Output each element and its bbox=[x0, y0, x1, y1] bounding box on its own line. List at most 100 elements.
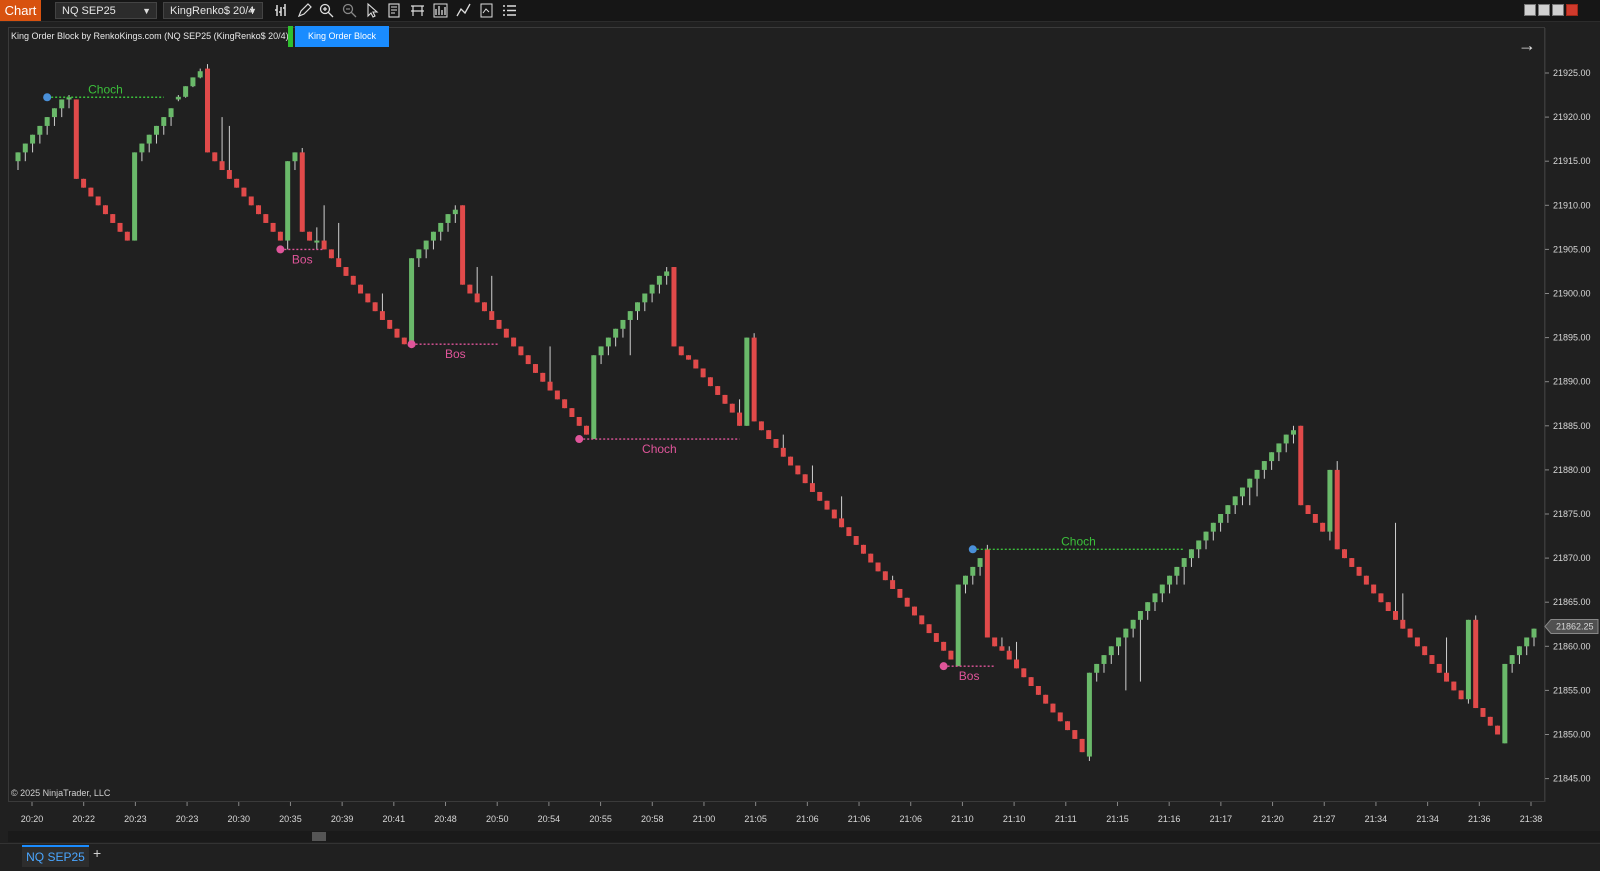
price-tick-label: 21845.00 bbox=[1553, 774, 1591, 784]
time-tick-label: 21:11 bbox=[1055, 814, 1077, 824]
candle-body bbox=[117, 222, 123, 232]
last-price-label: 21862.25 bbox=[1556, 621, 1594, 631]
time-tick-label: 20:23 bbox=[176, 814, 199, 824]
candle-body bbox=[554, 390, 560, 400]
candle-body bbox=[285, 161, 291, 241]
price-tick-label: 21925.00 bbox=[1553, 68, 1591, 78]
candle-body bbox=[379, 311, 385, 320]
candle-body bbox=[1225, 505, 1231, 514]
candle-body bbox=[1400, 619, 1406, 629]
candle-body bbox=[824, 500, 830, 510]
candle-body bbox=[737, 412, 743, 426]
candle-body bbox=[773, 439, 779, 448]
candle-body bbox=[992, 637, 998, 647]
candle-body bbox=[656, 275, 662, 285]
candle-body bbox=[205, 68, 210, 153]
candle-body bbox=[1371, 584, 1377, 594]
time-tick-label: 21:34 bbox=[1365, 814, 1388, 824]
candle-body bbox=[1393, 611, 1399, 620]
candle-body bbox=[1363, 575, 1369, 585]
candle-body bbox=[1298, 425, 1304, 506]
candle-body bbox=[678, 346, 684, 356]
candle-body bbox=[481, 302, 487, 312]
candle-body bbox=[882, 571, 888, 581]
time-tick-label: 21:15 bbox=[1106, 814, 1129, 824]
pivot-dot bbox=[575, 435, 584, 444]
time-tick-label: 20:58 bbox=[641, 814, 664, 824]
candle-body bbox=[146, 134, 152, 144]
candle-body bbox=[809, 483, 815, 492]
candle-body bbox=[1407, 628, 1413, 638]
candle-body bbox=[1473, 619, 1479, 709]
price-chart[interactable]: 21925.00 21920.00 21915.00 21910.00 21905.00… bbox=[0, 0, 1600, 870]
candle-body bbox=[540, 372, 546, 382]
candle-body bbox=[1458, 690, 1464, 700]
candle-body bbox=[1050, 703, 1056, 713]
time-tick-label: 21:00 bbox=[693, 814, 716, 824]
candle-body bbox=[336, 258, 342, 268]
time-tick-label: 21:34 bbox=[1416, 814, 1439, 824]
candle-body bbox=[44, 117, 50, 126]
candle-body bbox=[256, 205, 262, 215]
candle-body bbox=[314, 240, 320, 243]
candle-body bbox=[788, 456, 794, 466]
candle-body bbox=[897, 588, 903, 598]
horizontal-scrollbar[interactable] bbox=[8, 831, 1600, 842]
price-tick-label: 21850.00 bbox=[1553, 730, 1591, 740]
candle-body bbox=[430, 231, 436, 241]
candle-body bbox=[1451, 681, 1457, 691]
candle-body bbox=[95, 196, 101, 206]
candle-body bbox=[1072, 730, 1078, 739]
candle-body bbox=[489, 311, 495, 320]
candle-body bbox=[1021, 668, 1027, 678]
candle-body bbox=[452, 209, 458, 215]
candle-body bbox=[839, 518, 845, 528]
candle-body bbox=[875, 562, 881, 572]
candle-body bbox=[110, 214, 116, 223]
candle-body bbox=[394, 328, 400, 338]
candle-body bbox=[642, 293, 648, 303]
pivot-dot bbox=[407, 340, 416, 349]
candle-body bbox=[999, 646, 1005, 651]
candle-body bbox=[1385, 602, 1391, 612]
candle-body bbox=[1123, 628, 1129, 638]
price-tick-label: 21870.00 bbox=[1553, 553, 1591, 563]
candle-body bbox=[1239, 487, 1245, 497]
candle-body bbox=[350, 275, 356, 285]
candle-body bbox=[358, 284, 364, 294]
price-tick-label: 21875.00 bbox=[1553, 509, 1591, 519]
candle-body bbox=[868, 553, 874, 563]
candle-body bbox=[1014, 659, 1020, 669]
candle-body bbox=[139, 143, 145, 153]
candle-body bbox=[1188, 549, 1194, 559]
scrollbar-thumb[interactable] bbox=[312, 832, 326, 841]
candle-body bbox=[948, 650, 954, 660]
candle-body bbox=[445, 214, 451, 223]
indicator-button[interactable]: King Order Block bbox=[288, 26, 389, 47]
candle-body bbox=[73, 99, 79, 179]
time-tick-label: 21:10 bbox=[951, 814, 974, 824]
candle-body bbox=[161, 117, 167, 126]
time-tick-label: 21:16 bbox=[1158, 814, 1181, 824]
tab-nq-sep25[interactable]: NQ SEP25 bbox=[22, 845, 89, 867]
time-tick-label: 21:10 bbox=[1003, 814, 1026, 824]
price-tick-label: 21905.00 bbox=[1553, 244, 1591, 254]
price-tick-label: 21920.00 bbox=[1553, 112, 1591, 122]
time-tick-label: 20:54 bbox=[538, 814, 561, 824]
candle-body bbox=[1167, 575, 1173, 585]
candle-body bbox=[933, 633, 939, 642]
candle-body bbox=[22, 143, 28, 153]
add-tab-icon[interactable]: + bbox=[93, 845, 101, 861]
candle-body bbox=[1086, 672, 1092, 757]
candle-body bbox=[547, 381, 553, 391]
candle-body bbox=[372, 302, 378, 312]
scroll-to-latest-icon[interactable]: → bbox=[1518, 35, 1536, 56]
indicator-stripe bbox=[288, 26, 293, 47]
candle-body bbox=[409, 258, 415, 345]
candle-body bbox=[890, 580, 896, 589]
candle-body bbox=[605, 337, 611, 347]
candle-body bbox=[751, 337, 757, 422]
price-tick-label: 21865.00 bbox=[1553, 597, 1591, 607]
candle-body bbox=[1174, 566, 1180, 576]
candle-body bbox=[1516, 646, 1522, 656]
